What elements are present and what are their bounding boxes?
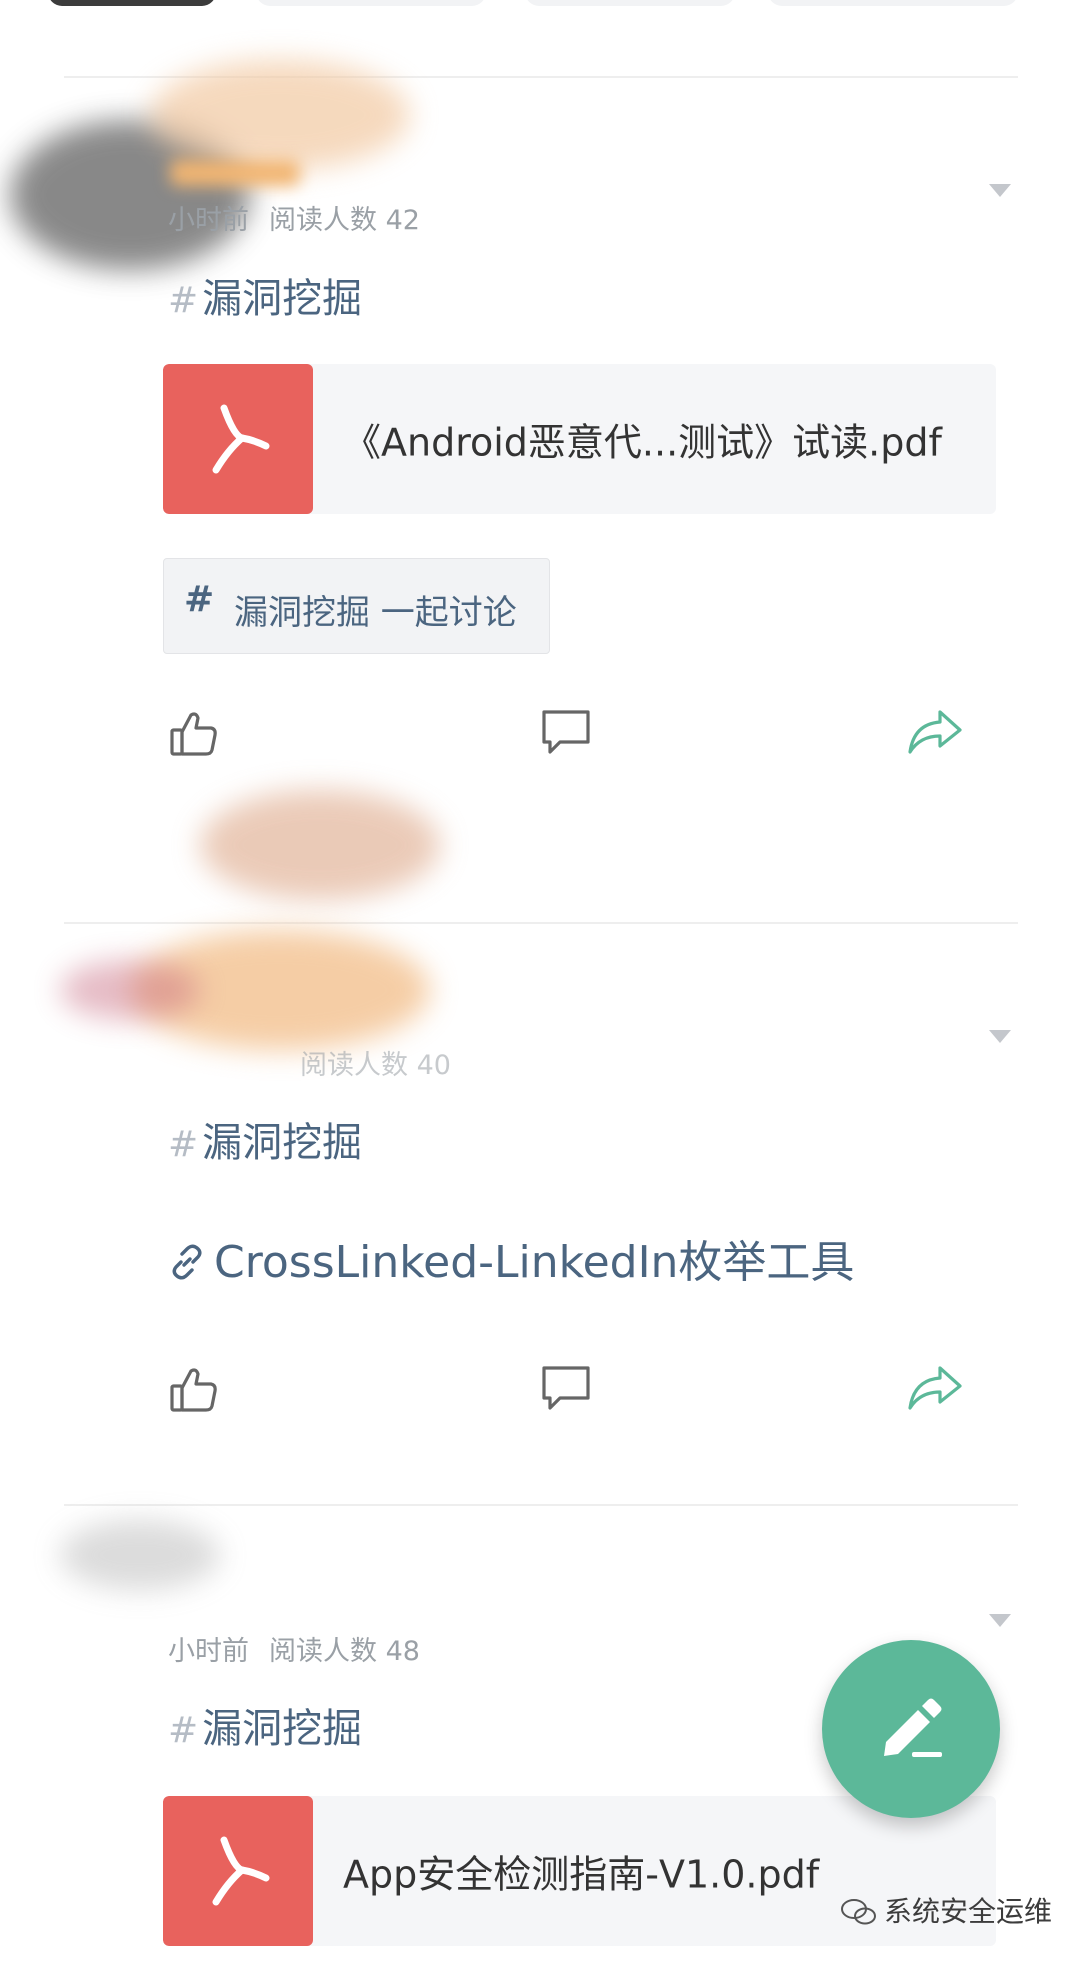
wechat-icon (841, 1899, 876, 1925)
file-name: 《Android恶意代...测试》试读.pdf (343, 420, 942, 465)
hash-icon: # (168, 280, 199, 321)
read-count: 阅读人数 40 (300, 1050, 451, 1081)
filter-tab-active[interactable] (48, 0, 216, 6)
compose-fab-button[interactable] (822, 1640, 1000, 1818)
thumbs-up-icon (170, 1368, 217, 1412)
hash-icon: # (168, 1124, 199, 1165)
post-topic[interactable]: # 漏洞挖掘 (168, 1696, 362, 1754)
avatar[interactable] (60, 1520, 220, 1590)
comment-icon (542, 1366, 590, 1410)
link-text: CrossLinked-LinkedIn枚举工具 (214, 1237, 855, 1288)
post-time: 小时前 (168, 205, 249, 236)
like-button[interactable] (166, 706, 222, 762)
chevron-down-icon[interactable] (989, 1614, 1011, 1627)
top-filter-bar (0, 0, 1079, 80)
pdf-icon (163, 1796, 313, 1946)
chip-label: 漏洞挖掘 一起讨论 (234, 593, 517, 633)
filter-tab[interactable] (256, 0, 486, 6)
comment-button[interactable] (538, 1360, 594, 1416)
read-count: 阅读人数 48 (269, 1636, 420, 1667)
link-attachment[interactable]: CrossLinked-LinkedIn枚举工具 (168, 1226, 854, 1290)
share-icon (908, 710, 962, 754)
post-topic[interactable]: # 漏洞挖掘 (168, 1110, 362, 1168)
edit-pencil-icon (884, 1698, 942, 1757)
share-button[interactable] (906, 1360, 962, 1416)
file-attachment[interactable]: 《Android恶意代...测试》试读.pdf (163, 364, 996, 514)
post-time: 小时前 (168, 1636, 249, 1667)
topic-label: 漏洞挖掘 (202, 1706, 363, 1752)
post-meta: 小时前 阅读人数 48 (168, 1629, 420, 1668)
read-count: 阅读人数 42 (269, 205, 420, 236)
comment-button[interactable] (538, 704, 594, 760)
pdf-icon (163, 364, 313, 514)
topic-label: 漏洞挖掘 (202, 1120, 363, 1166)
author-name[interactable] (170, 160, 300, 186)
divider (64, 922, 1018, 924)
topic-discussion-chip[interactable]: # 漏洞挖掘 一起讨论 (163, 558, 550, 654)
chevron-down-icon[interactable] (989, 1030, 1011, 1043)
comment-icon (542, 710, 590, 754)
share-button[interactable] (906, 704, 962, 760)
watermark-text: 系统安全运维 (884, 1895, 1053, 1928)
avatar-overlay (60, 960, 200, 1020)
post-meta: 阅读人数 40 (280, 1043, 451, 1082)
thumbs-up-icon (170, 712, 217, 756)
filter-tab[interactable] (525, 0, 735, 6)
chevron-down-icon[interactable] (989, 184, 1011, 197)
filter-tab[interactable] (768, 0, 1018, 6)
avatar[interactable] (200, 790, 440, 900)
hash-icon: # (168, 1710, 199, 1751)
hash-icon: # (184, 579, 215, 620)
post-topic[interactable]: # 漏洞挖掘 (168, 266, 362, 324)
divider (64, 1504, 1018, 1506)
share-icon (908, 1366, 962, 1410)
post-meta: 小时前 阅读人数 42 (168, 198, 420, 237)
wechat-watermark: 系统安全运维 (840, 1890, 1052, 1930)
file-name: App安全检测指南-V1.0.pdf (343, 1852, 820, 1897)
like-button[interactable] (166, 1362, 222, 1418)
topic-label: 漏洞挖掘 (202, 276, 363, 322)
link-icon (172, 1244, 202, 1280)
avatar-overlay (150, 60, 410, 170)
